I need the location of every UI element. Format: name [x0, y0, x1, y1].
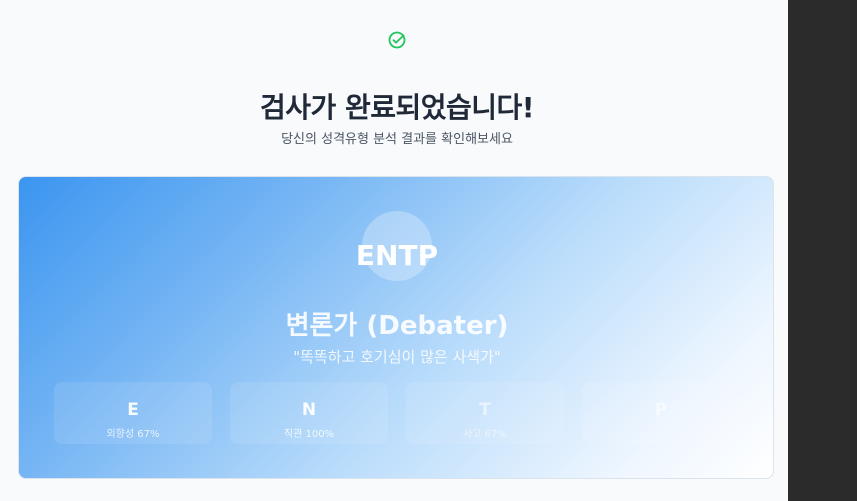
- trait-letter: P: [654, 400, 668, 420]
- type-name: 변론가 (Debater): [285, 311, 509, 341]
- type-quote: "똑똑하고 호기심이 많은 사색가": [293, 348, 501, 366]
- trait-list: E 외향성 67% N 직관 100% T 사고 67% P: [54, 382, 740, 444]
- trait-card-n: N 직관 100%: [230, 382, 388, 444]
- trait-letter: N: [301, 400, 317, 420]
- trait-card-t: T 사고 67%: [406, 382, 564, 444]
- trait-description: 직관 100%: [283, 429, 335, 440]
- check-circle-icon: [388, 31, 406, 49]
- trait-letter: E: [127, 400, 139, 420]
- trait-letter: T: [479, 400, 491, 420]
- trait-description: 외향성 67%: [106, 429, 160, 440]
- trait-card-e: E 외향성 67%: [54, 382, 212, 444]
- page-subtitle: 당신의 성격유형 분석 결과를 확인해보세요: [281, 132, 513, 147]
- page-title: 검사가 완료되었습니다!: [259, 91, 535, 124]
- result-card: ENTP 변론가 (Debater) "똑똑하고 호기심이 많은 사색가" E …: [18, 176, 774, 479]
- trait-description: 사고 67%: [463, 429, 507, 440]
- type-code: ENTP: [355, 239, 439, 272]
- result-page: 검사가 완료되었습니다! 당신의 성격유형 분석 결과를 확인해보세요 ENTP…: [0, 0, 788, 501]
- side-panel: [788, 0, 857, 501]
- trait-card-p: P: [582, 382, 740, 444]
